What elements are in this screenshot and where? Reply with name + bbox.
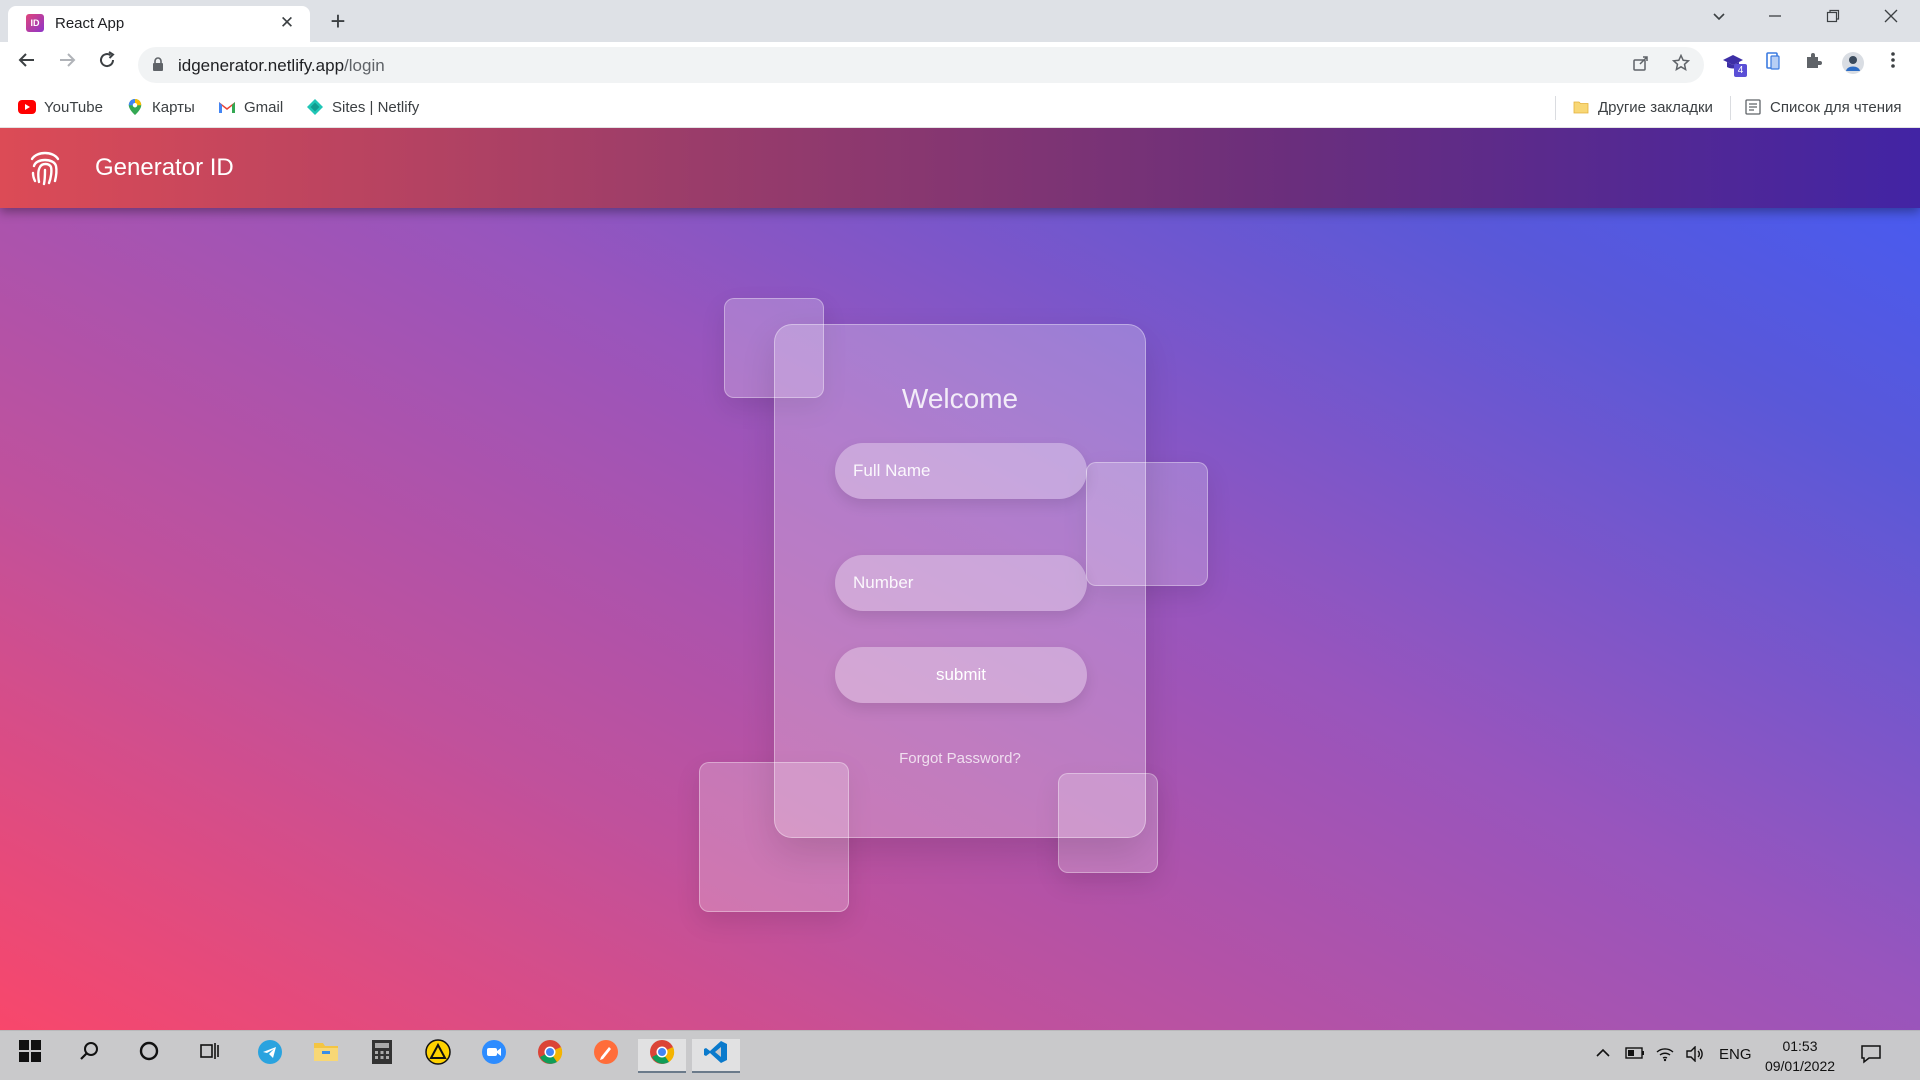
battery-icon[interactable] bbox=[1625, 1046, 1645, 1064]
address-bar[interactable]: idgenerator.netlify.app/login bbox=[138, 47, 1704, 83]
submit-button[interactable]: submit bbox=[835, 647, 1087, 703]
clock-time: 01:53 bbox=[1782, 1038, 1818, 1054]
app-brand-title: Generator ID bbox=[95, 154, 234, 181]
bookmark-gmail[interactable]: Gmail bbox=[218, 98, 283, 118]
tab-react-app[interactable]: ID React App ✕ bbox=[8, 6, 310, 42]
bookmark-label: Gmail bbox=[244, 99, 284, 116]
gmail-icon bbox=[219, 102, 235, 113]
forgot-password-link[interactable]: Forgot Password? bbox=[775, 750, 1145, 767]
cortana-icon[interactable] bbox=[131, 1039, 167, 1073]
bookmark-label: YouTube bbox=[44, 99, 103, 116]
folder-icon bbox=[1573, 101, 1589, 114]
extensions-puzzle-icon[interactable] bbox=[1800, 51, 1826, 77]
telegram-icon[interactable] bbox=[252, 1039, 288, 1073]
tab-strip: ID React App ✕ + bbox=[0, 0, 1920, 42]
drawing-app-icon[interactable] bbox=[588, 1039, 624, 1073]
language-indicator[interactable]: ENG bbox=[1719, 1046, 1752, 1063]
url-host: idgenerator.netlify.app bbox=[178, 56, 345, 75]
other-bookmarks-label: Другие закладки bbox=[1598, 99, 1713, 116]
show-hidden-icons[interactable] bbox=[1595, 1046, 1611, 1064]
bookmark-youtube[interactable]: YouTube bbox=[18, 98, 103, 118]
netlify-icon bbox=[307, 99, 323, 115]
start-windows-icon[interactable] bbox=[12, 1039, 48, 1073]
search-icon[interactable] bbox=[71, 1039, 107, 1073]
login-card: Welcome submit Forgot Password? bbox=[774, 324, 1146, 838]
tab-close-icon[interactable]: ✕ bbox=[276, 12, 298, 34]
notifications-icon[interactable] bbox=[1860, 1044, 1882, 1068]
wifi-icon[interactable] bbox=[1655, 1046, 1675, 1066]
chrome-active-icon[interactable] bbox=[638, 1039, 686, 1073]
reading-list[interactable]: Список для чтения bbox=[1744, 98, 1902, 118]
share-icon[interactable] bbox=[1630, 54, 1652, 76]
tab-title: React App bbox=[55, 15, 125, 32]
bookmarks-bar: YouTube Карты Gmail Sites | Netlify Друг… bbox=[0, 88, 1920, 128]
close-window-icon[interactable] bbox=[1868, 0, 1914, 38]
calculator-icon[interactable] bbox=[364, 1039, 400, 1073]
url-text[interactable]: idgenerator.netlify.app/login bbox=[178, 56, 385, 76]
menu-kebab-icon[interactable] bbox=[1880, 51, 1906, 77]
task-view-icon[interactable] bbox=[192, 1039, 228, 1073]
vscode-icon[interactable] bbox=[692, 1039, 740, 1073]
new-tab-button[interactable]: + bbox=[324, 7, 352, 35]
restore-icon[interactable] bbox=[1810, 0, 1856, 38]
bookmarks-divider bbox=[1730, 96, 1731, 120]
number-input[interactable] bbox=[835, 555, 1087, 611]
youtube-icon bbox=[18, 100, 36, 114]
extension-cap-icon[interactable]: 4 bbox=[1720, 51, 1747, 77]
login-title: Welcome bbox=[901, 383, 1019, 414]
bookmark-label: Sites | Netlify bbox=[332, 99, 420, 116]
url-path: /login bbox=[344, 56, 385, 75]
clock[interactable]: 01:53 09/01/2022 bbox=[1755, 1036, 1845, 1076]
extension-phone-icon[interactable] bbox=[1760, 51, 1786, 77]
clock-date: 09/01/2022 bbox=[1764, 1058, 1836, 1074]
app-header: Generator ID bbox=[0, 128, 1920, 208]
bookmark-maps[interactable]: Карты bbox=[126, 98, 195, 118]
full-name-input[interactable] bbox=[835, 443, 1087, 499]
bookmark-label: Карты bbox=[152, 99, 195, 116]
windows-taskbar: ENG 01:53 09/01/2022 bbox=[0, 1030, 1920, 1080]
lock-icon[interactable] bbox=[152, 57, 164, 71]
bookmark-star-icon[interactable] bbox=[1670, 53, 1692, 76]
forward-icon[interactable] bbox=[52, 49, 82, 79]
file-explorer-icon[interactable] bbox=[308, 1039, 344, 1073]
app-favicon-icon: ID bbox=[26, 14, 44, 32]
extension-badge: 4 bbox=[1734, 64, 1747, 77]
minimize-icon[interactable] bbox=[1752, 0, 1798, 38]
volume-icon[interactable] bbox=[1685, 1045, 1705, 1066]
tab-search-icon[interactable] bbox=[1696, 0, 1742, 38]
browser-toolbar: idgenerator.netlify.app/login 4 bbox=[0, 42, 1920, 88]
reading-list-icon bbox=[1745, 99, 1761, 115]
profile-avatar[interactable] bbox=[1840, 51, 1866, 77]
bookmark-netlify[interactable]: Sites | Netlify bbox=[306, 98, 419, 118]
warning-app-icon[interactable] bbox=[420, 1039, 456, 1073]
zoom-icon[interactable] bbox=[476, 1039, 512, 1073]
web-page: Generator ID Welcome submit Forgot Passw… bbox=[0, 128, 1920, 1030]
chrome-icon[interactable] bbox=[532, 1039, 568, 1073]
reading-list-label: Список для чтения bbox=[1770, 99, 1902, 116]
other-bookmarks-folder[interactable]: Другие закладки bbox=[1572, 98, 1713, 118]
maps-icon bbox=[128, 99, 142, 115]
bookmarks-divider bbox=[1555, 96, 1556, 120]
reload-icon[interactable] bbox=[92, 49, 122, 79]
back-icon[interactable] bbox=[12, 49, 42, 79]
fingerprint-icon bbox=[30, 151, 60, 186]
